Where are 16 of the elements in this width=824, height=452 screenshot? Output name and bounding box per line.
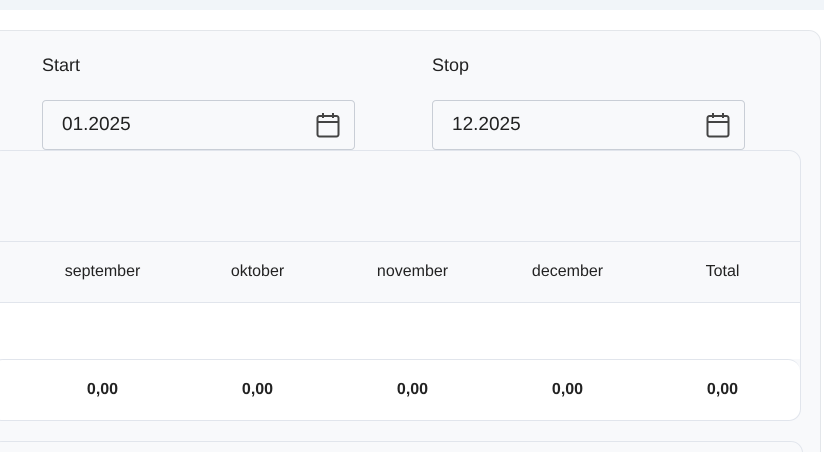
table-cell: 0,00 (706, 381, 738, 399)
field-label: Start (42, 54, 80, 77)
table-cell: 0,00 (396, 381, 428, 399)
field-label: Stop (432, 54, 470, 77)
date-field[interactable]: 12.2025 (432, 100, 745, 150)
table-cell: 0,00 (552, 381, 584, 399)
column-header: oktober (230, 263, 284, 281)
column-header: Total (706, 263, 740, 281)
column-header: september (64, 263, 140, 281)
calendar-icon[interactable] (316, 112, 340, 138)
date-field[interactable]: 01.2025 (42, 100, 355, 150)
calendar-icon[interactable] (706, 112, 730, 138)
column-header: december (532, 263, 604, 281)
table-cell: 0,00 (86, 381, 118, 399)
table-cell: 0,00 (242, 381, 274, 399)
column-header: november (376, 263, 448, 281)
